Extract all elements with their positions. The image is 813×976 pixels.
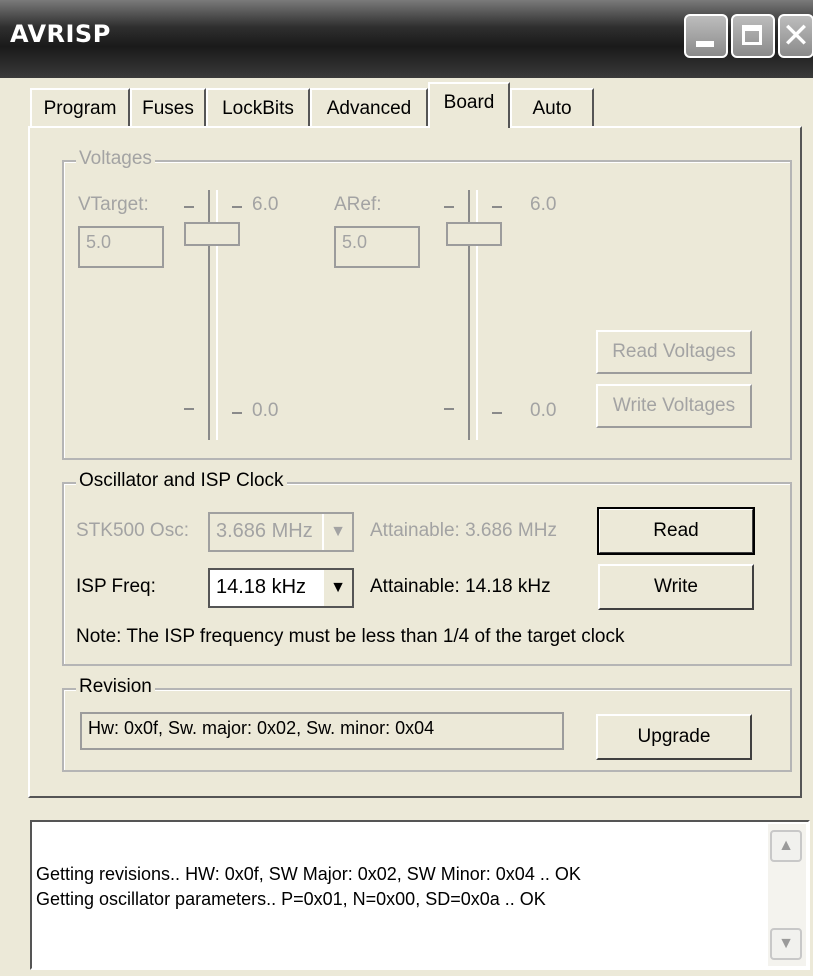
- vtarget-slider-thumb[interactable]: [184, 222, 240, 246]
- scroll-down-button[interactable]: ▼: [770, 928, 802, 960]
- status-scrollbar[interactable]: ▲ ▼: [768, 824, 806, 966]
- oscillator-group: Oscillator and ISP Clock STK500 Osc: 3.6…: [62, 470, 792, 666]
- revision-group: Revision Hw: 0x0f, Sw. major: 0x02, Sw. …: [62, 676, 792, 772]
- tab-lockbits[interactable]: LockBits: [206, 88, 310, 126]
- revision-value: Hw: 0x0f, Sw. major: 0x02, Sw. minor: 0x…: [80, 712, 564, 750]
- status-line: Getting oscillator parameters.. P=0x01, …: [36, 889, 546, 909]
- tab-advanced[interactable]: Advanced: [310, 88, 428, 126]
- aref-field[interactable]: 5.0: [334, 226, 420, 268]
- avrisp-window: AVRISP ✕ Program Fuses LockBits Advanced…: [0, 0, 813, 976]
- stk500-osc-value: 3.686 MHz: [216, 520, 313, 542]
- aref-min-label: 0.0: [530, 400, 557, 421]
- aref-tick-min-right: [492, 412, 502, 414]
- chevron-up-icon: ▲: [778, 837, 794, 854]
- vtarget-tick-max-left: [184, 206, 194, 208]
- vtarget-tick-min-left: [184, 408, 194, 410]
- scroll-up-button[interactable]: ▲: [770, 830, 802, 862]
- vtarget-field[interactable]: 5.0: [78, 226, 164, 268]
- read-oscillator-button[interactable]: Read: [597, 507, 755, 555]
- aref-tick-max-left: [444, 206, 454, 208]
- vtarget-tick-max-right: [232, 206, 242, 208]
- status-log[interactable]: Getting revisions.. HW: 0x0f, SW Major: …: [30, 820, 810, 970]
- chevron-down-icon: ▼: [322, 570, 352, 606]
- vtarget-label: VTarget:: [78, 194, 149, 215]
- status-log-text: Getting revisions.. HW: 0x0f, SW Major: …: [36, 862, 581, 912]
- revision-group-title: Revision: [76, 676, 155, 698]
- minimize-icon: [696, 41, 714, 47]
- aref-max-label: 6.0: [530, 194, 557, 215]
- vtarget-max-label: 6.0: [252, 194, 279, 215]
- close-icon: ✕: [781, 16, 811, 56]
- aref-label: ARef:: [334, 194, 382, 215]
- vtarget-tick-min-right: [232, 412, 242, 414]
- aref-tick-max-right: [492, 206, 502, 208]
- write-voltages-button[interactable]: Write Voltages: [596, 384, 752, 428]
- isp-attainable: Attainable: 14.18 kHz: [370, 576, 551, 597]
- stk500-osc-select[interactable]: 3.686 MHz ▼: [208, 512, 354, 552]
- tab-program[interactable]: Program: [30, 88, 130, 126]
- minimize-button[interactable]: [684, 14, 728, 58]
- oscillator-group-title: Oscillator and ISP Clock: [76, 470, 287, 492]
- window-title: AVRISP: [10, 20, 111, 48]
- read-voltages-button[interactable]: Read Voltages: [596, 330, 752, 374]
- isp-freq-select[interactable]: 14.18 kHz ▼: [208, 568, 354, 608]
- tab-auto[interactable]: Auto: [510, 88, 594, 126]
- maximize-icon: [742, 25, 762, 45]
- title-bar[interactable]: AVRISP ✕: [0, 0, 813, 78]
- tab-fuses[interactable]: Fuses: [130, 88, 206, 126]
- isp-note: Note: The ISP frequency must be less tha…: [76, 626, 625, 647]
- tab-board[interactable]: Board: [428, 82, 510, 128]
- upgrade-button[interactable]: Upgrade: [596, 714, 752, 760]
- isp-freq-label: ISP Freq:: [76, 576, 156, 597]
- close-button[interactable]: ✕: [778, 14, 813, 58]
- isp-freq-value: 14.18 kHz: [216, 576, 307, 598]
- stk500-attainable: Attainable: 3.686 MHz: [370, 520, 557, 541]
- aref-slider-thumb[interactable]: [446, 222, 502, 246]
- write-oscillator-button[interactable]: Write: [598, 564, 754, 610]
- board-tab-panel: Voltages VTarget: 5.0 6.0 0.0 ARef: 5.0 …: [28, 126, 802, 798]
- status-line: Getting revisions.. HW: 0x0f, SW Major: …: [36, 864, 581, 884]
- maximize-button[interactable]: [731, 14, 775, 58]
- chevron-down-icon: ▼: [778, 935, 794, 952]
- aref-tick-min-left: [444, 408, 454, 410]
- stk500-osc-label: STK500 Osc:: [76, 520, 189, 541]
- voltages-group-title: Voltages: [76, 148, 155, 170]
- vtarget-min-label: 0.0: [252, 400, 279, 421]
- chevron-down-icon: ▼: [322, 514, 352, 550]
- voltages-group: Voltages VTarget: 5.0 6.0 0.0 ARef: 5.0 …: [62, 148, 792, 460]
